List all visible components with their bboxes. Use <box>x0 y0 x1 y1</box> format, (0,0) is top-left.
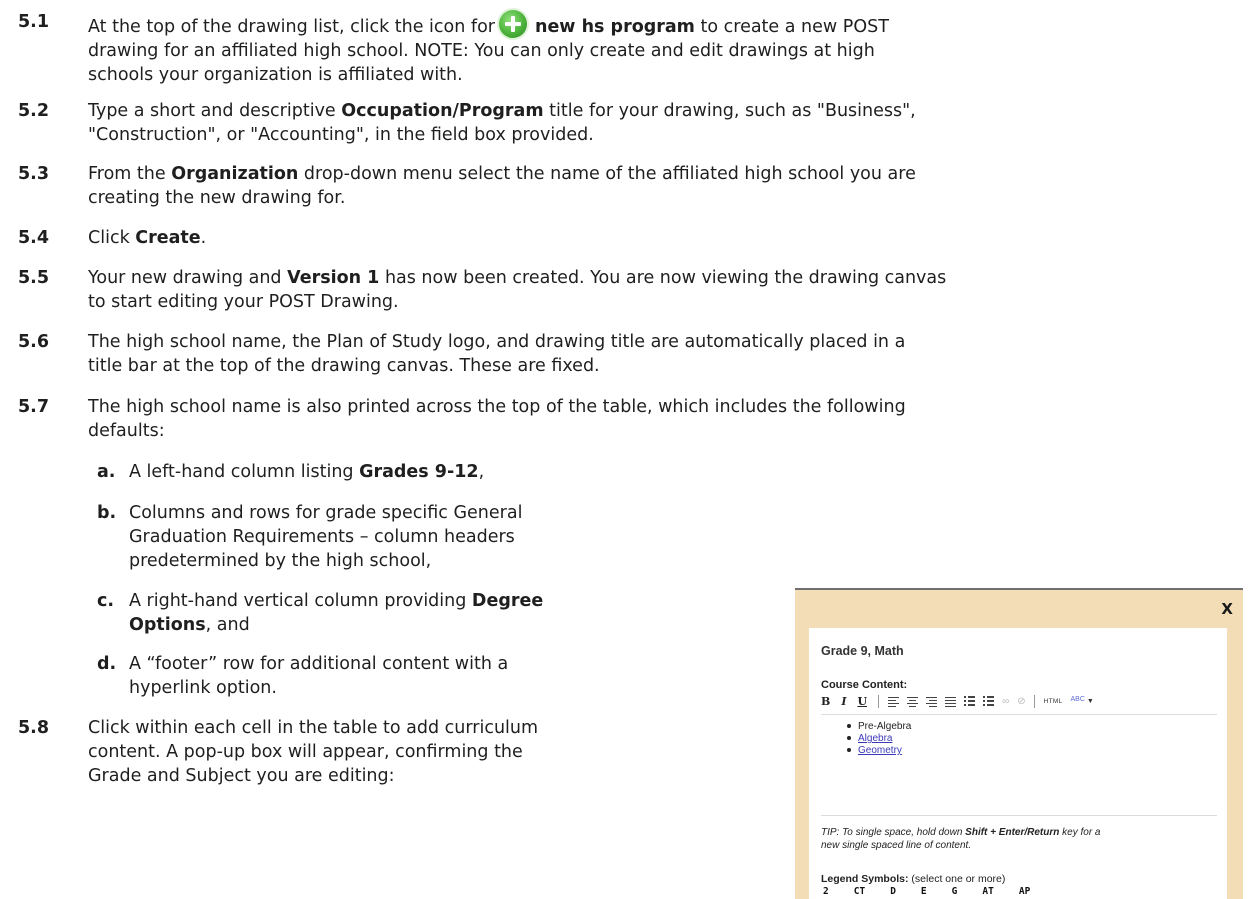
algebra-link[interactable]: Algebra <box>858 733 892 744</box>
step-text: schools your organization is affiliated … <box>88 65 463 85</box>
step-number: 5.4 <box>18 228 50 248</box>
legend-label: Legend Symbols: (select one or more) <box>821 873 1006 885</box>
step-number: 5.2 <box>18 101 50 121</box>
close-icon[interactable]: X <box>1221 600 1233 618</box>
course-content-label: Course Content: <box>821 679 908 691</box>
grades-label: Grades 9-12 <box>359 462 479 482</box>
legend-symbol-d[interactable]: D <box>890 886 896 897</box>
unlink-icon[interactable]: ⊘ <box>1017 696 1025 707</box>
step-text: content. A pop-up box will appear, confi… <box>88 742 523 762</box>
chevron-down-icon[interactable]: ▼ <box>1087 698 1094 705</box>
link-icon[interactable]: ∞ <box>1002 696 1009 707</box>
occupation-program-label: Occupation/Program <box>341 101 544 121</box>
legend-symbol-at[interactable]: AT <box>982 886 993 897</box>
add-plus-icon <box>498 10 527 38</box>
list-item: Algebra <box>847 733 1217 745</box>
version-label: Version 1 <box>287 268 380 288</box>
italic-button[interactable]: I <box>841 695 846 708</box>
step-text: to start editing your POST Drawing. <box>88 292 399 312</box>
underline-button[interactable]: U <box>857 695 867 708</box>
options-label: Options <box>129 615 206 635</box>
step-text: Grade and Subject you are editing: <box>88 766 395 786</box>
step-number: 5.6 <box>18 332 50 352</box>
step-text: creating the new drawing for. <box>88 188 346 208</box>
step-text: The high school name, the Plan of Study … <box>88 332 906 352</box>
bold-button[interactable]: B <box>821 695 830 708</box>
toolbar-divider <box>878 694 880 708</box>
step-text: The high school name is also printed acr… <box>88 397 906 417</box>
degree-label: Degree <box>471 591 544 611</box>
popup-title: Grade 9, Math <box>821 644 904 658</box>
html-button[interactable]: HTML <box>1044 698 1063 705</box>
legend-symbol-g[interactable]: G <box>952 886 958 897</box>
geometry-link[interactable]: Geometry <box>858 745 902 756</box>
align-right-icon[interactable] <box>926 696 938 707</box>
step-number: 5.1 <box>18 12 50 32</box>
grade-subject-popup: X Grade 9, Math Course Content: B I U ∞ … <box>795 588 1243 899</box>
course-content-editor[interactable]: Pre-Algebra Algebra Geometry <box>821 714 1217 816</box>
step-text: drawing for an affiliated high school. N… <box>88 41 875 61</box>
align-center-icon[interactable] <box>907 696 919 707</box>
legend-symbol-2[interactable]: 2 <box>823 886 829 897</box>
step-text: Click within each cell in the table to a… <box>88 718 539 738</box>
step-text: defaults: <box>88 421 165 441</box>
legend-symbol-ct[interactable]: CT <box>854 886 865 897</box>
step-number: 5.8 <box>18 718 50 738</box>
legend-symbol-e[interactable]: E <box>921 886 927 897</box>
step-number: 5.7 <box>18 397 50 417</box>
toolbar-divider <box>1033 694 1035 708</box>
legend-symbols: 2 CT D E G AT AP <box>823 886 1055 897</box>
popup-content: Grade 9, Math Course Content: B I U ∞ ⊘ … <box>809 628 1227 899</box>
align-justify-icon[interactable] <box>945 696 957 707</box>
align-left-icon[interactable] <box>888 696 900 707</box>
step-text: "Construction", or "Accounting", in the … <box>88 125 594 145</box>
step-number: 5.5 <box>18 268 50 288</box>
spellcheck-icon[interactable]: ABC <box>1071 696 1085 703</box>
editor-toolbar: B I U ∞ ⊘ HTML ABC ▼ <box>821 691 1213 711</box>
new-hs-program-label: new hs program <box>534 17 695 37</box>
numbered-list-icon[interactable] <box>983 696 995 706</box>
list-item: Pre-Algebra <box>847 721 1217 733</box>
organization-label: Organization <box>171 164 299 184</box>
step-text: At the top of the drawing list, click th… <box>88 17 495 37</box>
create-label: Create <box>135 228 201 248</box>
step-text: title bar at the top of the drawing canv… <box>88 356 600 376</box>
legend-symbol-ap[interactable]: AP <box>1019 886 1030 897</box>
list-item: Geometry <box>847 745 1217 757</box>
tip-text: TIP: To single space, hold down Shift + … <box>821 827 1101 851</box>
step-number: 5.3 <box>18 164 50 184</box>
bullet-list-icon[interactable] <box>964 696 976 706</box>
